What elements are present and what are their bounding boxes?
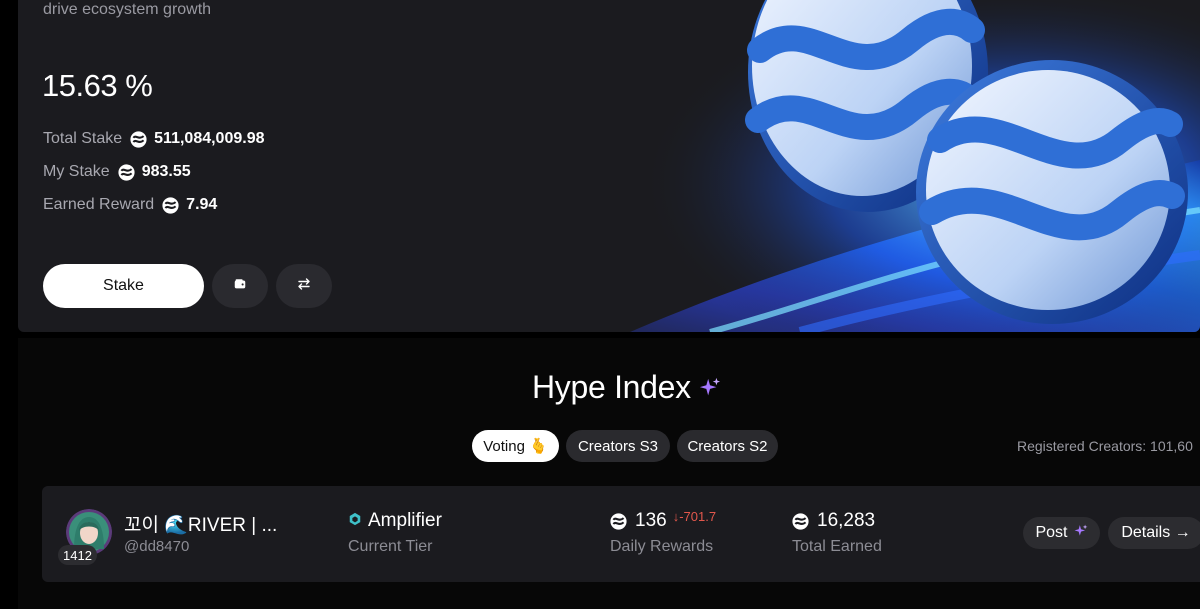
earned-reward-label: Earned Reward	[43, 196, 155, 213]
stake-card: drive ecosystem growth 15.63 % Total Sta…	[18, 0, 1200, 332]
total-stake-label: Total Stake	[43, 130, 123, 147]
hype-index-section: Hype Index Voting 🫰 Creators S3 Creators…	[18, 338, 1200, 609]
tier-name: Amplifier	[368, 510, 442, 531]
total-earned-label: Total Earned	[792, 538, 882, 555]
swap-icon	[296, 276, 312, 297]
stake-subtitle: drive ecosystem growth	[43, 1, 212, 18]
total-earned: 16,283	[792, 510, 875, 532]
creator-name[interactable]: 꼬이 🌊RIVER | ...	[124, 510, 277, 537]
wallet-button[interactable]	[212, 264, 268, 308]
tab-creators-s3[interactable]: Creators S3	[566, 430, 670, 462]
my-stake-label: My Stake	[43, 163, 110, 180]
hype-index-title: Hype Index	[532, 369, 721, 406]
hero-coins-illustration	[380, 0, 1200, 332]
tier: Amplifier	[348, 510, 442, 532]
river-coin-icon	[118, 163, 135, 181]
sparkle-icon	[699, 377, 721, 399]
earned-reward-row: Earned Reward 7.94	[43, 196, 217, 214]
swap-button[interactable]	[276, 264, 332, 308]
tier-hex-icon	[348, 510, 362, 532]
river-coin-icon	[792, 512, 809, 530]
tab-creators-s2[interactable]: Creators S2	[677, 430, 778, 462]
apy-value: 15.63 %	[42, 68, 153, 103]
sparkle-icon	[1074, 524, 1088, 543]
creator-row[interactable]: 1412 꼬이 🌊RIVER | ... @dd8470 Amplifier C…	[42, 486, 1200, 582]
my-stake-row: My Stake 983.55	[43, 163, 191, 181]
page: drive ecosystem growth 15.63 % Total Sta…	[0, 0, 1200, 609]
daily-rewards-value: 136	[635, 510, 667, 531]
earned-reward-value: 7.94	[186, 196, 218, 213]
rank-badge: 1412	[58, 545, 97, 565]
river-coin-icon	[130, 130, 147, 148]
tab-voting[interactable]: Voting 🫰	[472, 430, 559, 462]
wallet-icon	[233, 277, 247, 296]
hype-index-title-text: Hype Index	[532, 369, 691, 405]
stake-button[interactable]: Stake	[43, 264, 204, 308]
left-edge	[0, 0, 18, 609]
registered-creators: Registered Creators: 101,60	[1017, 438, 1193, 454]
post-button[interactable]: Post	[1023, 517, 1100, 549]
daily-rewards-label: Daily Rewards	[610, 538, 714, 555]
tier-label: Current Tier	[348, 538, 433, 555]
river-coin-icon	[162, 196, 179, 214]
total-earned-value: 16,283	[817, 510, 876, 531]
details-button[interactable]: Details →	[1108, 517, 1200, 549]
total-stake-value: 511,084,009.98	[154, 130, 265, 147]
daily-rewards-delta: ↓-701.7	[672, 508, 717, 524]
post-label: Post	[1035, 524, 1068, 541]
total-stake-row: Total Stake 511,084,009.98	[43, 130, 265, 148]
daily-rewards: 136 ↓-701.7	[610, 508, 717, 532]
creator-handle: @dd8470	[124, 538, 190, 555]
my-stake-value: 983.55	[141, 163, 191, 180]
river-coin-icon	[610, 512, 627, 530]
